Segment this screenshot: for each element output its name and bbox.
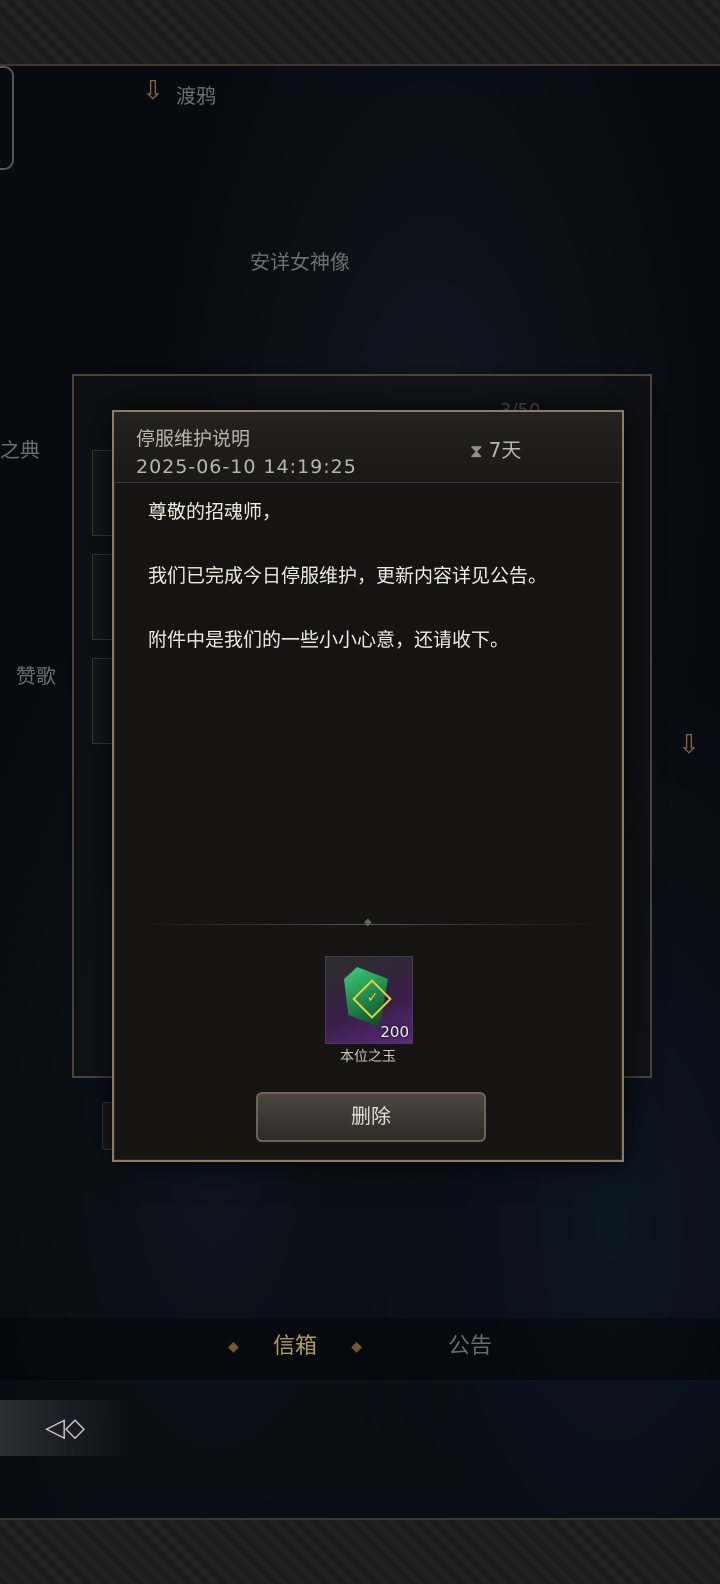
mail-greeting: 尊敬的招魂师， [148,501,282,523]
bg-label-raven: 渡鸦 [176,84,216,108]
mail-detail-dialog: 停服维护说明 2025-06-10 14:19:25 ⧗ 7天 尊敬的招魂师， 我… [112,410,624,1162]
tab-mail[interactable]: 信箱 [220,1322,370,1372]
left-edge-frame [0,66,14,170]
bg-label-goddess: 安详女神像 [250,250,350,274]
mail-title: 停服维护说明 [136,428,251,450]
delete-button[interactable]: 删除 [256,1092,486,1142]
item-name: 本位之玉 [340,1049,396,1065]
divider-ornament: ◆ [364,917,372,928]
bottom-frame [0,1518,720,1584]
down-arrow-icon: ⇩ [142,76,164,106]
mail-date: 2025-06-10 14:19:25 [136,456,357,478]
expire-info: ⧗ 7天 [470,434,521,463]
dialog-header: 停服维护说明 2025-06-10 14:19:25 ⧗ 7天 [114,412,622,483]
back-arrow-icon: ◁◇ [45,1413,85,1443]
expire-days: 7天 [488,438,522,462]
hourglass-icon: ⧗ [470,441,483,462]
bg-label-hymn: 赞歌 [16,664,56,688]
attachment-item[interactable]: ✓ 200 [325,956,413,1044]
tab-notice[interactable]: 公告 [420,1322,520,1372]
bg-label-codex: 之典 [0,438,40,462]
item-quantity: 200 [380,1023,409,1041]
top-frame [0,0,720,66]
down-arrow-icon: ⇩ [678,730,700,760]
mail-paragraph: 我们已完成今日停服维护，更新内容详见公告。 [148,565,548,587]
mail-paragraph: 附件中是我们的一些小小心意，还请收下。 [148,629,510,651]
back-button[interactable]: ◁◇ [0,1400,130,1456]
mail-body: 尊敬的招魂师， 我们已完成今日停服维护，更新内容详见公告。 附件中是我们的一些小… [148,496,598,688]
